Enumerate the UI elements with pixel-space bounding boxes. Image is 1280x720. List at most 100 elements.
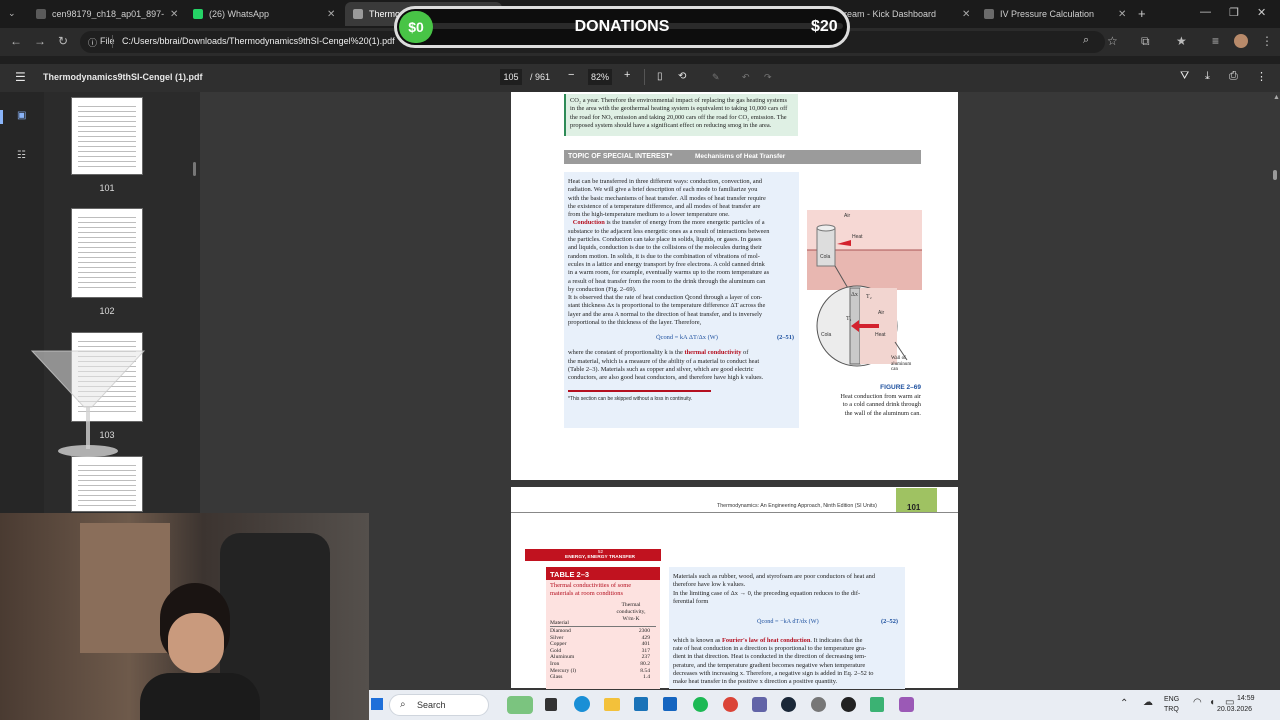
zoom-out-button[interactable]: − (568, 69, 574, 81)
url-text[interactable]: C:/Users/bbrai/Downloads/Thermodynamics9… (122, 36, 395, 46)
tray-chevron-icon[interactable]: ⌃ (1120, 698, 1128, 709)
thumbnails-view-icon[interactable]: ▣ (17, 110, 26, 121)
sidebar-scroll-thumb[interactable] (193, 162, 196, 176)
file-explorer-icon[interactable] (604, 698, 620, 711)
clock-date[interactable]: 20.03.2026 (1217, 706, 1252, 713)
close-window-button[interactable]: ✕ (1257, 6, 1266, 19)
drive-icon[interactable]: ⛛ (1180, 70, 1189, 83)
obs-icon[interactable] (841, 697, 856, 712)
redo-icon[interactable]: ↷ (764, 72, 772, 83)
thumbnail-text-line (78, 287, 136, 288)
taskbar-search-placeholder: Search (417, 700, 446, 710)
minimize-button[interactable]: — (1200, 6, 1211, 18)
rotate-icon[interactable]: ⟲ (678, 71, 686, 82)
thumbnail-text-line (78, 490, 136, 491)
conduction-line: by conduction (Fig. 2–69). (568, 285, 637, 293)
mail-icon[interactable] (634, 697, 648, 711)
browser-tab[interactable]: (26) WhatsApp ✕ (185, 2, 345, 26)
profile-avatar[interactable] (1234, 34, 1248, 48)
widgets-icon[interactable] (507, 696, 533, 714)
lang-top[interactable]: ENG (1164, 696, 1179, 703)
info-icon[interactable]: ⓘ (88, 36, 97, 49)
page-thumbnail[interactable] (71, 97, 143, 175)
back-arrow-icon[interactable]: ← (10, 34, 22, 48)
thumbnail-text-line (78, 247, 136, 248)
tab-close-icon[interactable]: ✕ (327, 9, 335, 20)
table-caption-line: Thermal conductivities of some (550, 582, 632, 589)
webcam-person-shirt (140, 673, 260, 720)
sidebar-menu-icon[interactable]: ☰ (15, 70, 26, 84)
favorites-icon[interactable]: ★ (1176, 34, 1187, 48)
tab-close-icon[interactable]: ✕ (962, 9, 970, 20)
conduction-line: in a warm room, for example, eventually … (568, 269, 770, 277)
bookmark-star-icon[interactable]: ☆ (1107, 34, 1118, 48)
extensions-icon[interactable]: ⧉ (1141, 34, 1150, 49)
table-row: Iron 80.2 (550, 661, 656, 668)
right-text-line: make heat transfer in the positive x dir… (673, 678, 838, 686)
wifi-icon[interactable]: ◠ (1193, 697, 1202, 708)
pdf-more-icon[interactable]: ⋮ (1256, 70, 1267, 83)
zoom-input[interactable]: 82% (588, 69, 612, 85)
scroll-up-arrow[interactable]: ▲ (1273, 94, 1280, 101)
settings-icon[interactable] (811, 697, 826, 712)
more-menu-icon[interactable]: ⋮ (1261, 34, 1273, 48)
lang-bottom[interactable]: TRQ (1164, 706, 1179, 713)
thumbnail-text-line (78, 257, 136, 258)
sheets-icon[interactable] (870, 697, 884, 712)
donations-overlay: $0 DONATIONS $20 (394, 6, 850, 48)
spotify-icon[interactable] (693, 697, 708, 712)
tray-cloud-icon[interactable]: ☁ (1143, 697, 1153, 708)
edge-icon[interactable] (574, 696, 590, 712)
browser-tab[interactable]: cen98179_ch18_ap01_897-946... ✕ (28, 2, 200, 26)
viewer-scroll-thumb[interactable] (1273, 170, 1277, 180)
page-thumbnail[interactable] (71, 456, 143, 512)
table-body: Diamond 2300 Silver 429 Copper 401 Gold 317 Alum… (550, 628, 656, 681)
clock-time[interactable]: 14:59 (1237, 695, 1255, 702)
new-tab-button[interactable]: + (1138, 6, 1146, 21)
steam-icon[interactable] (781, 697, 796, 712)
annotate-icon[interactable]: ✎ (712, 72, 720, 83)
reading-list-icon[interactable]: ≡ (1212, 34, 1219, 48)
print-icon[interactable]: ⎙ (1229, 70, 1238, 83)
outline-view-icon[interactable]: ☷ (17, 150, 26, 161)
taskbar-search[interactable]: ⌕ Search (389, 694, 489, 716)
thumbnail-text-line (78, 151, 136, 152)
download-icon[interactable]: ⤓ (1205, 70, 1210, 83)
restore-button[interactable]: ❐ (1229, 6, 1239, 19)
undo-icon[interactable]: ↶ (742, 72, 750, 83)
tab-search-icon[interactable]: ⌄ (8, 8, 16, 19)
browser-tab[interactable]: IV Pressure Calculation ✕ (976, 2, 1136, 26)
teams-icon[interactable] (752, 697, 767, 712)
reload-icon[interactable]: ↻ (58, 34, 68, 48)
tab-close-icon[interactable]: ✕ (1118, 9, 1126, 20)
donations-title: DONATIONS (574, 18, 670, 35)
page-number-input[interactable]: 105 (500, 69, 522, 85)
header-rule (511, 512, 958, 513)
toolbar-gap (0, 56, 1280, 64)
table-cell-material: Gold (550, 647, 562, 654)
tab-favicon-icon (984, 9, 994, 19)
thumbnail-text-line (78, 341, 136, 342)
thumbnail-page-number: 102 (99, 306, 115, 316)
volume-icon[interactable]: ◖ (1209, 697, 1215, 708)
tab-close-icon[interactable]: ✕ (170, 9, 178, 20)
app-icon[interactable] (899, 697, 914, 712)
after-equation-line: (Table 2–3). Materials such as copper an… (568, 365, 754, 373)
forward-arrow-icon[interactable]: → (34, 34, 46, 48)
equation-2-52-number: (2–52) (881, 618, 899, 625)
intro-text: CO₂ a year. Therefore the environmental … (570, 97, 796, 130)
page-thumbnail[interactable] (71, 208, 143, 298)
start-button[interactable] (371, 698, 383, 710)
zoom-lens-icon[interactable]: ⌕ (1083, 34, 1089, 47)
right-text-line: dient in that direction. Heat is conduct… (673, 653, 867, 661)
thumbnail-text-line (78, 505, 136, 506)
fourier-law: Fourier's law of heat conduction (722, 637, 811, 644)
fit-page-icon[interactable]: ▯ (657, 71, 663, 82)
task-view-icon[interactable] (545, 698, 557, 711)
chrome-icon[interactable] (723, 697, 738, 712)
store-icon[interactable] (663, 697, 677, 711)
zoom-in-button[interactable]: + (624, 69, 630, 81)
conduction-line: ecules in a lattice and energy transport… (568, 260, 765, 268)
sidebar-scrollbar[interactable] (192, 96, 197, 516)
footnote-rule (568, 389, 711, 392)
